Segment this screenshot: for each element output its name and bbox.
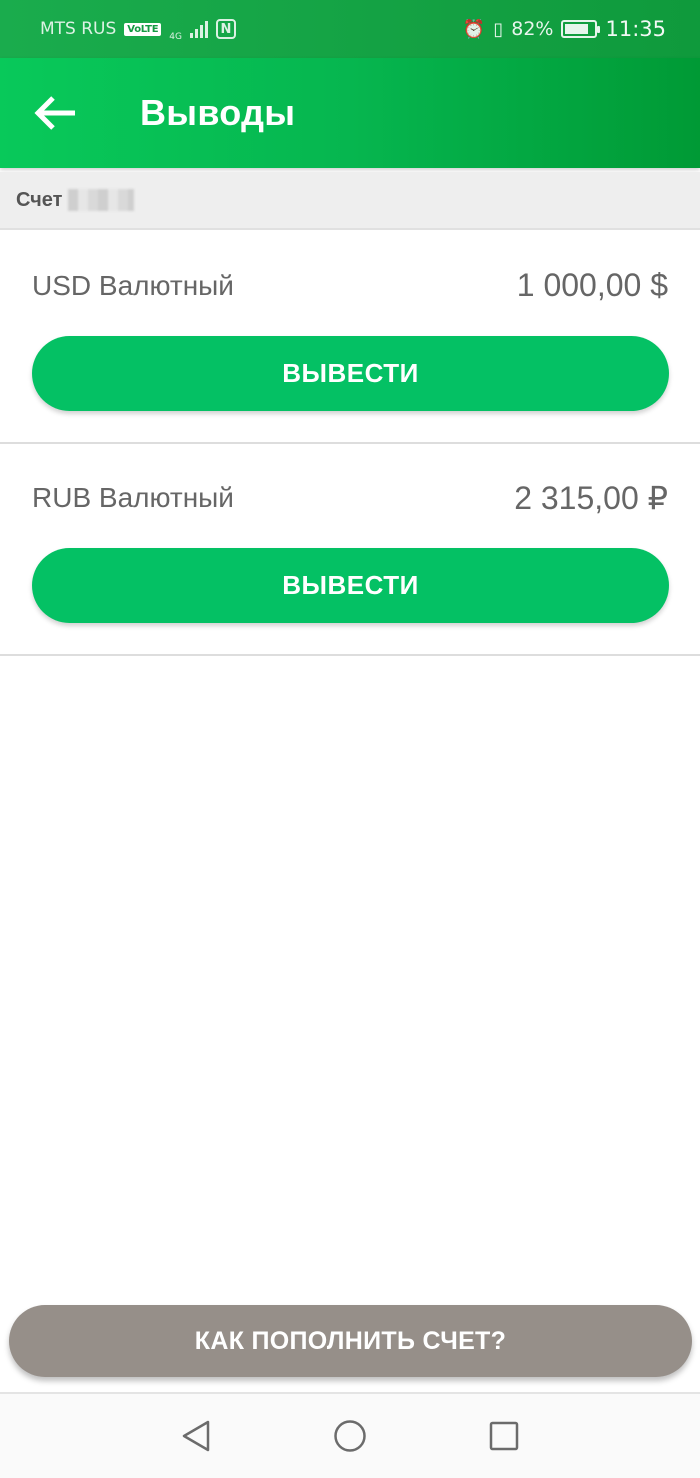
system-nav-bar (0, 1392, 700, 1478)
triangle-back-icon (182, 1420, 210, 1452)
nav-home-button[interactable] (328, 1414, 372, 1458)
wallet-rub: RUB Валютный 2 315,00 ₽ ВЫВЕСТИ (0, 444, 700, 656)
account-label: Счет (16, 188, 63, 211)
carrier-label: MTS RUS (40, 19, 117, 39)
alarm-icon: ⏰ (462, 18, 486, 40)
status-left: MTS RUS VoLTE 4G N (40, 16, 236, 42)
wallet-name: USD Валютный (32, 270, 234, 301)
vibrate-icon: ▯ (493, 18, 504, 40)
withdraw-rub-button[interactable]: ВЫВЕСТИ (32, 548, 669, 623)
signal-icon (189, 20, 208, 38)
wallet-usd: USD Валютный 1 000,00 $ ВЫВЕСТИ (0, 232, 700, 444)
battery-icon (561, 20, 601, 38)
app-bar: Выводы (0, 58, 700, 168)
how-to-topup-button[interactable]: КАК ПОПОЛНИТЬ СЧЕТ? (9, 1305, 692, 1377)
nfc-icon: N (215, 19, 236, 39)
nav-recents-button[interactable] (482, 1414, 526, 1458)
volte-badge: VoLTE (124, 22, 162, 36)
arrow-left-icon (34, 96, 75, 130)
status-right: ⏰ ▯ 82% 11:35 (463, 17, 666, 41)
withdraw-usd-button[interactable]: ВЫВЕСТИ (32, 336, 669, 411)
nav-back-button[interactable] (174, 1414, 218, 1458)
square-recents-icon (489, 1421, 519, 1451)
network-type: 4G (169, 32, 182, 42)
page-title: Выводы (140, 92, 296, 133)
battery-fill (565, 24, 589, 34)
wallet-amount: 2 315,00 ₽ (514, 480, 668, 516)
masked-account-number (68, 189, 135, 211)
wallet-name: RUB Валютный (32, 482, 234, 513)
wallet-amount: 1 000,00 $ (516, 267, 668, 303)
account-header: Счет (0, 172, 700, 230)
status-bar: MTS RUS VoLTE 4G N ⏰ ▯ 82% 11:35 (0, 0, 700, 58)
circle-home-icon (334, 1420, 366, 1452)
battery-percent: 82% (511, 18, 554, 40)
clock: 11:35 (605, 17, 666, 41)
back-button[interactable] (0, 58, 110, 168)
